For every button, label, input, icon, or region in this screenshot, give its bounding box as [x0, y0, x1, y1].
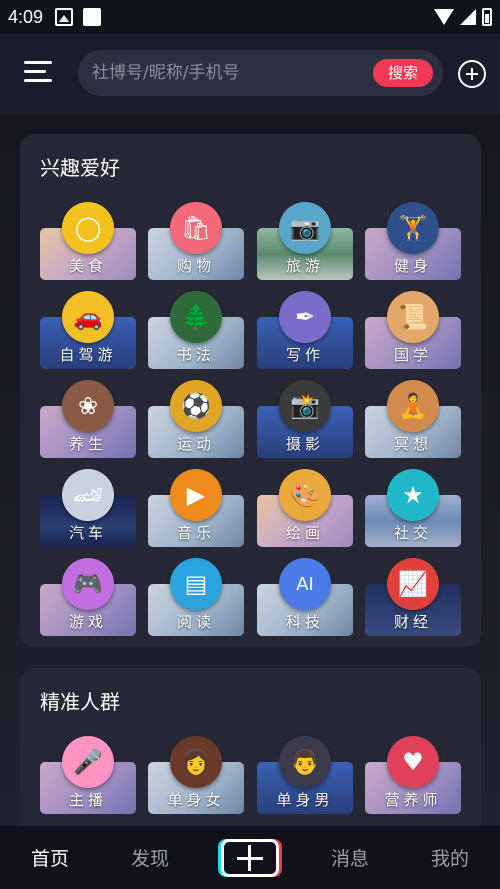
bottom-nav: 首页 发现 消息 我的	[0, 826, 500, 889]
category-label: 书法	[176, 346, 215, 364]
sports-car-icon: 🏎	[62, 469, 114, 521]
category-tile[interactable]: 旅游 📷	[257, 202, 353, 282]
wifi-icon	[434, 9, 454, 25]
nav-home[interactable]: 首页	[0, 844, 100, 871]
bar-chart-icon: 📈	[387, 558, 439, 610]
pine-tree-icon: 🌲	[170, 291, 222, 343]
category-label: 财经	[393, 613, 432, 631]
woman-avatar-icon: 👩	[170, 736, 222, 788]
status-bar: 4:09	[0, 0, 500, 34]
category-label: 国学	[393, 346, 432, 364]
category-label: 冥想	[393, 435, 432, 453]
microphone-icon: 🎤	[62, 736, 114, 788]
category-tile[interactable]: 单身男 👨	[257, 736, 353, 816]
category-label: 购物	[176, 257, 215, 275]
search-button[interactable]: 搜索	[373, 59, 433, 87]
audience-section: 精准人群 主播 🎤 单身女 👩 单身男 👨 营养师 ♥	[20, 668, 481, 826]
category-label: 阅读	[176, 613, 215, 631]
plus-icon	[224, 841, 276, 874]
category-tile[interactable]: 营养师 ♥	[365, 736, 461, 816]
category-label: 绘画	[285, 524, 324, 542]
category-tile[interactable]: 汽车 🏎	[40, 469, 136, 549]
ai-cube-icon: AI	[279, 558, 331, 610]
car-icon: 🚗	[62, 291, 114, 343]
main-content: 兴趣爱好 美食 ◯ 购物 🛍 旅游 📷 健身 🏋 自驾游 🚗 书法 🌲 写作 ✒ 国学 📜 养生 ❀ 运动 ⚽ 摄影 📸 冥…	[0, 114, 500, 826]
interests-section: 兴趣爱好 美食 ◯ 购物 🛍 旅游 📷 健身 🏋 自驾游 🚗 书法 🌲 写作 ✒ 国学 📜 养生 ❀ 运动 ⚽ 摄影 📸 冥…	[20, 134, 481, 647]
section-title: 兴趣爱好	[40, 156, 120, 180]
feather-icon: ✒	[279, 291, 331, 343]
reader-app-icon: ▤	[170, 558, 222, 610]
camera-icon: 📷	[279, 202, 331, 254]
nav-mine[interactable]: 我的	[400, 844, 500, 871]
category-label: 写作	[285, 346, 324, 364]
shopping-bag-icon: 🛍	[170, 202, 222, 254]
category-tile[interactable]: 财经 📈	[365, 558, 461, 638]
nav-discover[interactable]: 发现	[100, 844, 200, 871]
image-notification-icon	[55, 8, 74, 26]
ball-icon: ⚽	[170, 380, 222, 432]
status-time: 4:09	[8, 6, 44, 27]
category-label: 社交	[393, 524, 432, 542]
category-tile[interactable]: 音乐 ▶	[148, 469, 244, 549]
category-tile[interactable]: 游戏 🎮	[40, 558, 136, 638]
add-circle-icon[interactable]	[458, 60, 486, 88]
search-input[interactable]	[92, 50, 372, 96]
category-tile[interactable]: 绘画 🎨	[257, 469, 353, 549]
category-tile[interactable]: 书法 🌲	[148, 291, 244, 371]
man-avatar-icon: 👨	[279, 736, 331, 788]
category-tile[interactable]: 自驾游 🚗	[40, 291, 136, 371]
category-tile[interactable]: 写作 ✒	[257, 291, 353, 371]
category-label: 旅游	[285, 257, 324, 275]
top-bar: 搜索	[0, 34, 500, 114]
ring-icon: ◯	[62, 202, 114, 254]
category-label: 运动	[176, 435, 215, 453]
app-notification-icon	[83, 8, 102, 26]
category-tile[interactable]: 社交 ★	[365, 469, 461, 549]
category-tile[interactable]: 摄影 📸	[257, 380, 353, 460]
gamepad-icon: 🎮	[62, 558, 114, 610]
category-tile[interactable]: 科技 AI	[257, 558, 353, 638]
category-tile[interactable]: 健身 🏋	[365, 202, 461, 282]
category-tile[interactable]: 购物 🛍	[148, 202, 244, 282]
category-label: 健身	[393, 257, 432, 275]
heart-fork-icon: ♥	[387, 736, 439, 788]
nav-messages[interactable]: 消息	[300, 844, 400, 871]
category-label: 音乐	[176, 524, 215, 542]
category-tile[interactable]: 养生 ❀	[40, 380, 136, 460]
section-title: 精准人群	[40, 690, 120, 714]
category-label: 营养师	[384, 791, 442, 809]
dumbbell-icon: 🏋	[387, 202, 439, 254]
chat-star-icon: ★	[387, 469, 439, 521]
category-tile[interactable]: 运动 ⚽	[148, 380, 244, 460]
category-tile[interactable]: 冥想 🧘	[365, 380, 461, 460]
camera-lens-icon: 📸	[279, 380, 331, 432]
status-indicators	[434, 8, 492, 26]
category-label: 单身男	[276, 791, 334, 809]
category-label: 单身女	[167, 791, 225, 809]
cellular-signal-icon	[460, 9, 476, 25]
category-label: 养生	[68, 435, 107, 453]
category-label: 科技	[285, 613, 324, 631]
menu-icon[interactable]	[24, 61, 52, 85]
category-tile[interactable]: 主播 🎤	[40, 736, 136, 816]
category-tile[interactable]: 国学 📜	[365, 291, 461, 371]
palette-icon: 🎨	[279, 469, 331, 521]
music-player-icon: ▶	[170, 469, 222, 521]
category-tile[interactable]: 美食 ◯	[40, 202, 136, 282]
category-label: 自驾游	[59, 346, 117, 364]
category-label: 摄影	[285, 435, 324, 453]
category-tile[interactable]: 阅读 ▤	[148, 558, 244, 638]
category-label: 汽车	[68, 524, 107, 542]
category-tile[interactable]: 单身女 👩	[148, 736, 244, 816]
battery-icon	[482, 8, 492, 26]
publish-button[interactable]	[221, 838, 279, 877]
search-bar: 搜索	[78, 50, 443, 96]
category-label: 美食	[68, 257, 107, 275]
category-label: 主播	[68, 791, 107, 809]
scholar-icon: 📜	[387, 291, 439, 343]
meditation-icon: 🧘	[387, 380, 439, 432]
lotus-icon: ❀	[62, 380, 114, 432]
category-label: 游戏	[68, 613, 107, 631]
